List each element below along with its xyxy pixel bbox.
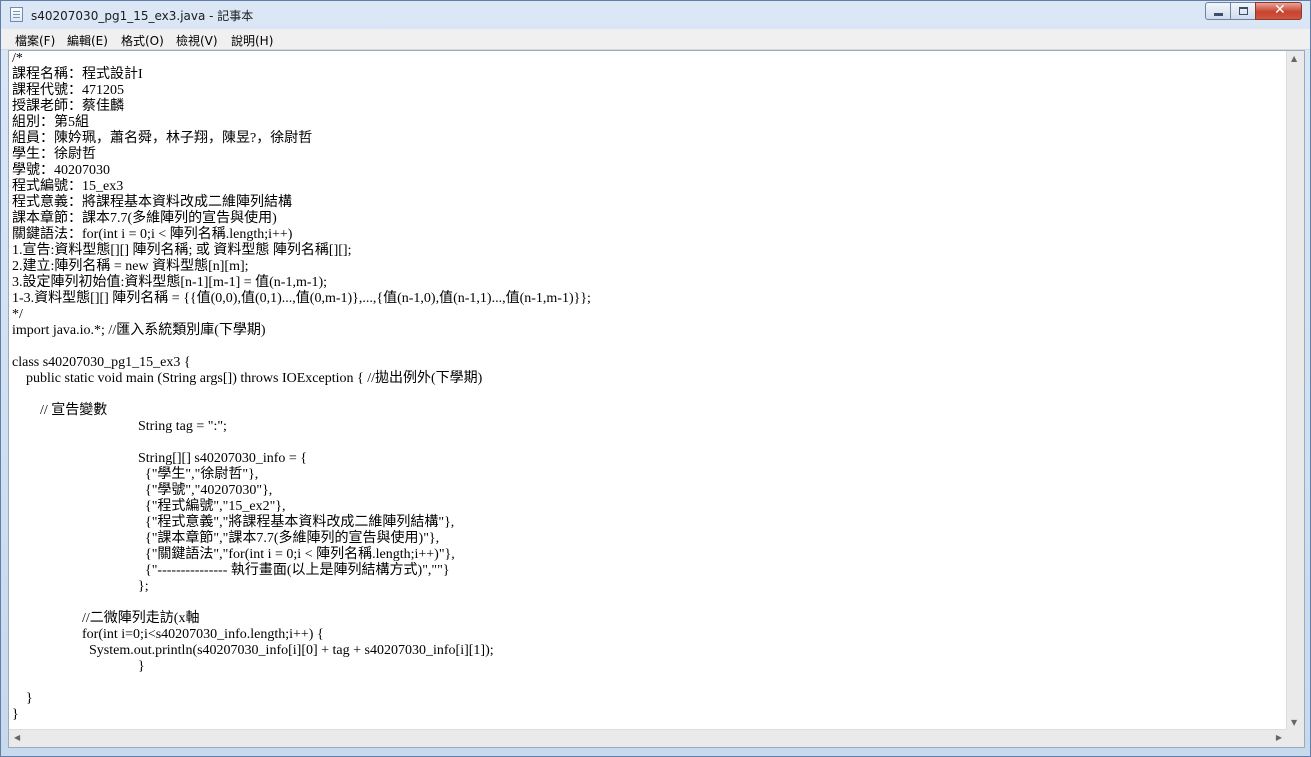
scrollbar-corner bbox=[1287, 730, 1304, 747]
scroll-left-icon[interactable]: ◀ bbox=[14, 734, 20, 742]
text-editor[interactable]: /* 課程名稱：程式設計I 課程代號：471205 授課老師：蔡佳麟 組別：第5… bbox=[8, 50, 1305, 748]
menu-view[interactable]: 檢視(V) bbox=[176, 32, 218, 49]
scroll-down-icon[interactable]: ▼ bbox=[1291, 719, 1297, 727]
minimize-icon bbox=[1214, 13, 1223, 16]
menu-help[interactable]: 說明(H) bbox=[231, 32, 273, 49]
maximize-button[interactable] bbox=[1230, 2, 1256, 20]
maximize-icon bbox=[1239, 7, 1248, 15]
close-icon: ✕ bbox=[1274, 2, 1286, 18]
vertical-scrollbar[interactable]: ▲ ▼ bbox=[1286, 51, 1304, 731]
scroll-up-icon[interactable]: ▲ bbox=[1291, 55, 1297, 63]
notepad-icon[interactable] bbox=[10, 7, 23, 22]
menu-format[interactable]: 格式(O) bbox=[121, 32, 164, 49]
menu-bar: 檔案(F) 編輯(E) 格式(O) 檢視(V) 說明(H) bbox=[1, 29, 1310, 50]
close-button[interactable]: ✕ bbox=[1255, 2, 1302, 20]
menu-edit[interactable]: 編輯(E) bbox=[67, 32, 108, 49]
notepad-window: s40207030_pg1_15_ex3.java - 記事本 ✕ 檔案(F) … bbox=[0, 0, 1311, 757]
title-bar[interactable]: s40207030_pg1_15_ex3.java - 記事本 ✕ bbox=[1, 1, 1310, 29]
window-title: s40207030_pg1_15_ex3.java - 記事本 bbox=[31, 9, 254, 23]
horizontal-scrollbar[interactable]: ◀ ▶ bbox=[9, 729, 1287, 747]
scroll-right-icon[interactable]: ▶ bbox=[1276, 734, 1282, 742]
editor-text[interactable]: /* 課程名稱：程式設計I 課程代號：471205 授課老師：蔡佳麟 組別：第5… bbox=[12, 51, 1284, 731]
menu-file[interactable]: 檔案(F) bbox=[15, 32, 55, 49]
minimize-button[interactable] bbox=[1205, 2, 1231, 20]
